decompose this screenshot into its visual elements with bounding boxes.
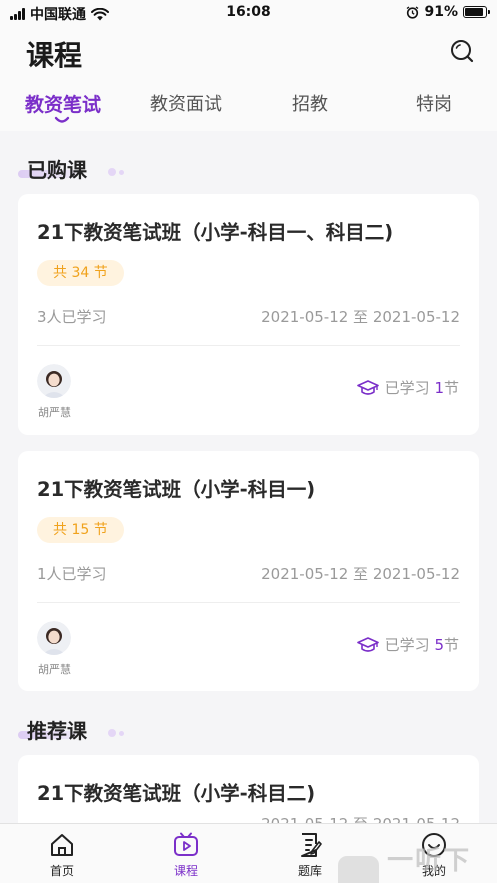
course-dates: 2021-05-12 至 2021-05-12 <box>261 308 460 326</box>
header: 课程 <box>0 26 497 76</box>
graduation-cap-icon <box>356 636 379 652</box>
progress-number: 1 <box>434 379 444 397</box>
tab-active-indicator <box>54 116 70 123</box>
nav-home-label: 首页 <box>49 864 74 878</box>
card-divider <box>37 602 460 603</box>
tab-recruitment[interactable]: 招教 <box>292 90 328 116</box>
lesson-count-badge: 共 15 节 <box>37 517 124 543</box>
progress-number: 5 <box>434 636 444 654</box>
lesson-count-badge: 共 34 节 <box>37 260 124 286</box>
teacher-name: 胡严慧 <box>38 663 71 676</box>
course-title: 21下教资笔试班（小学-科目一) <box>37 478 316 501</box>
battery-icon <box>463 6 490 18</box>
course-title: 21下教资笔试班（小学-科目二) <box>37 782 316 805</box>
page-title: 课程 <box>26 39 83 72</box>
learner-count: 1人已学习 <box>37 565 107 583</box>
course-icon <box>174 832 198 856</box>
battery-percent: 91% <box>424 4 458 20</box>
status-right: 91% <box>406 4 490 20</box>
tab-interview[interactable]: 教资面试 <box>150 90 222 116</box>
nav-course[interactable]: 课程 <box>151 832 221 879</box>
nav-home[interactable]: 首页 <box>27 832 97 879</box>
category-tabs: 教资笔试 教资面试 招教 特岗 <box>0 76 497 131</box>
course-title: 21下教资笔试班（小学-科目一、科目二) <box>37 221 394 244</box>
section-dots <box>108 168 124 176</box>
progress-suffix: 节 <box>443 379 459 397</box>
tab-special-post[interactable]: 特岗 <box>416 90 452 116</box>
watermark-text: 一听下载 <box>387 846 472 876</box>
watermark-logo <box>338 856 380 883</box>
nav-question-bank-label: 题库 <box>297 864 322 878</box>
progress-prefix: 已学习 <box>384 636 430 654</box>
section-title-purchased: 已购课 <box>27 158 87 182</box>
search-icon[interactable] <box>449 38 475 64</box>
tab-written-exam[interactable]: 教资笔试 <box>25 90 101 117</box>
section-title-recommended: 推荐课 <box>27 719 87 743</box>
question-bank-icon <box>301 833 322 857</box>
nav-course-label: 课程 <box>173 864 198 878</box>
alarm-icon <box>407 5 419 19</box>
course-card[interactable]: 21下教资笔试班（小学-科目一、科目二) 共 34 节 3人已学习 2021-0… <box>18 194 479 435</box>
teacher-name: 胡严慧 <box>38 406 71 419</box>
progress-prefix: 已学习 <box>384 379 430 397</box>
study-progress: 已学习 5节 <box>356 634 459 655</box>
section-dots <box>108 729 124 737</box>
graduation-cap-icon <box>356 379 379 395</box>
home-icon <box>51 834 73 856</box>
status-bar: 中国联通 16:08 91% <box>0 0 497 26</box>
study-progress: 已学习 1节 <box>356 377 459 398</box>
teacher-avatar <box>37 621 71 655</box>
nav-question-bank[interactable]: 题库 <box>275 832 345 879</box>
course-dates: 2021-05-12 至 2021-05-12 <box>261 565 460 583</box>
learner-count: 3人已学习 <box>37 308 107 326</box>
card-divider <box>37 345 460 346</box>
course-card[interactable]: 21下教资笔试班（小学-科目一) 共 15 节 1人已学习 2021-05-12… <box>18 451 479 691</box>
teacher-avatar <box>37 364 71 398</box>
progress-suffix: 节 <box>443 636 459 654</box>
watermark: 一听下载 <box>338 840 497 883</box>
